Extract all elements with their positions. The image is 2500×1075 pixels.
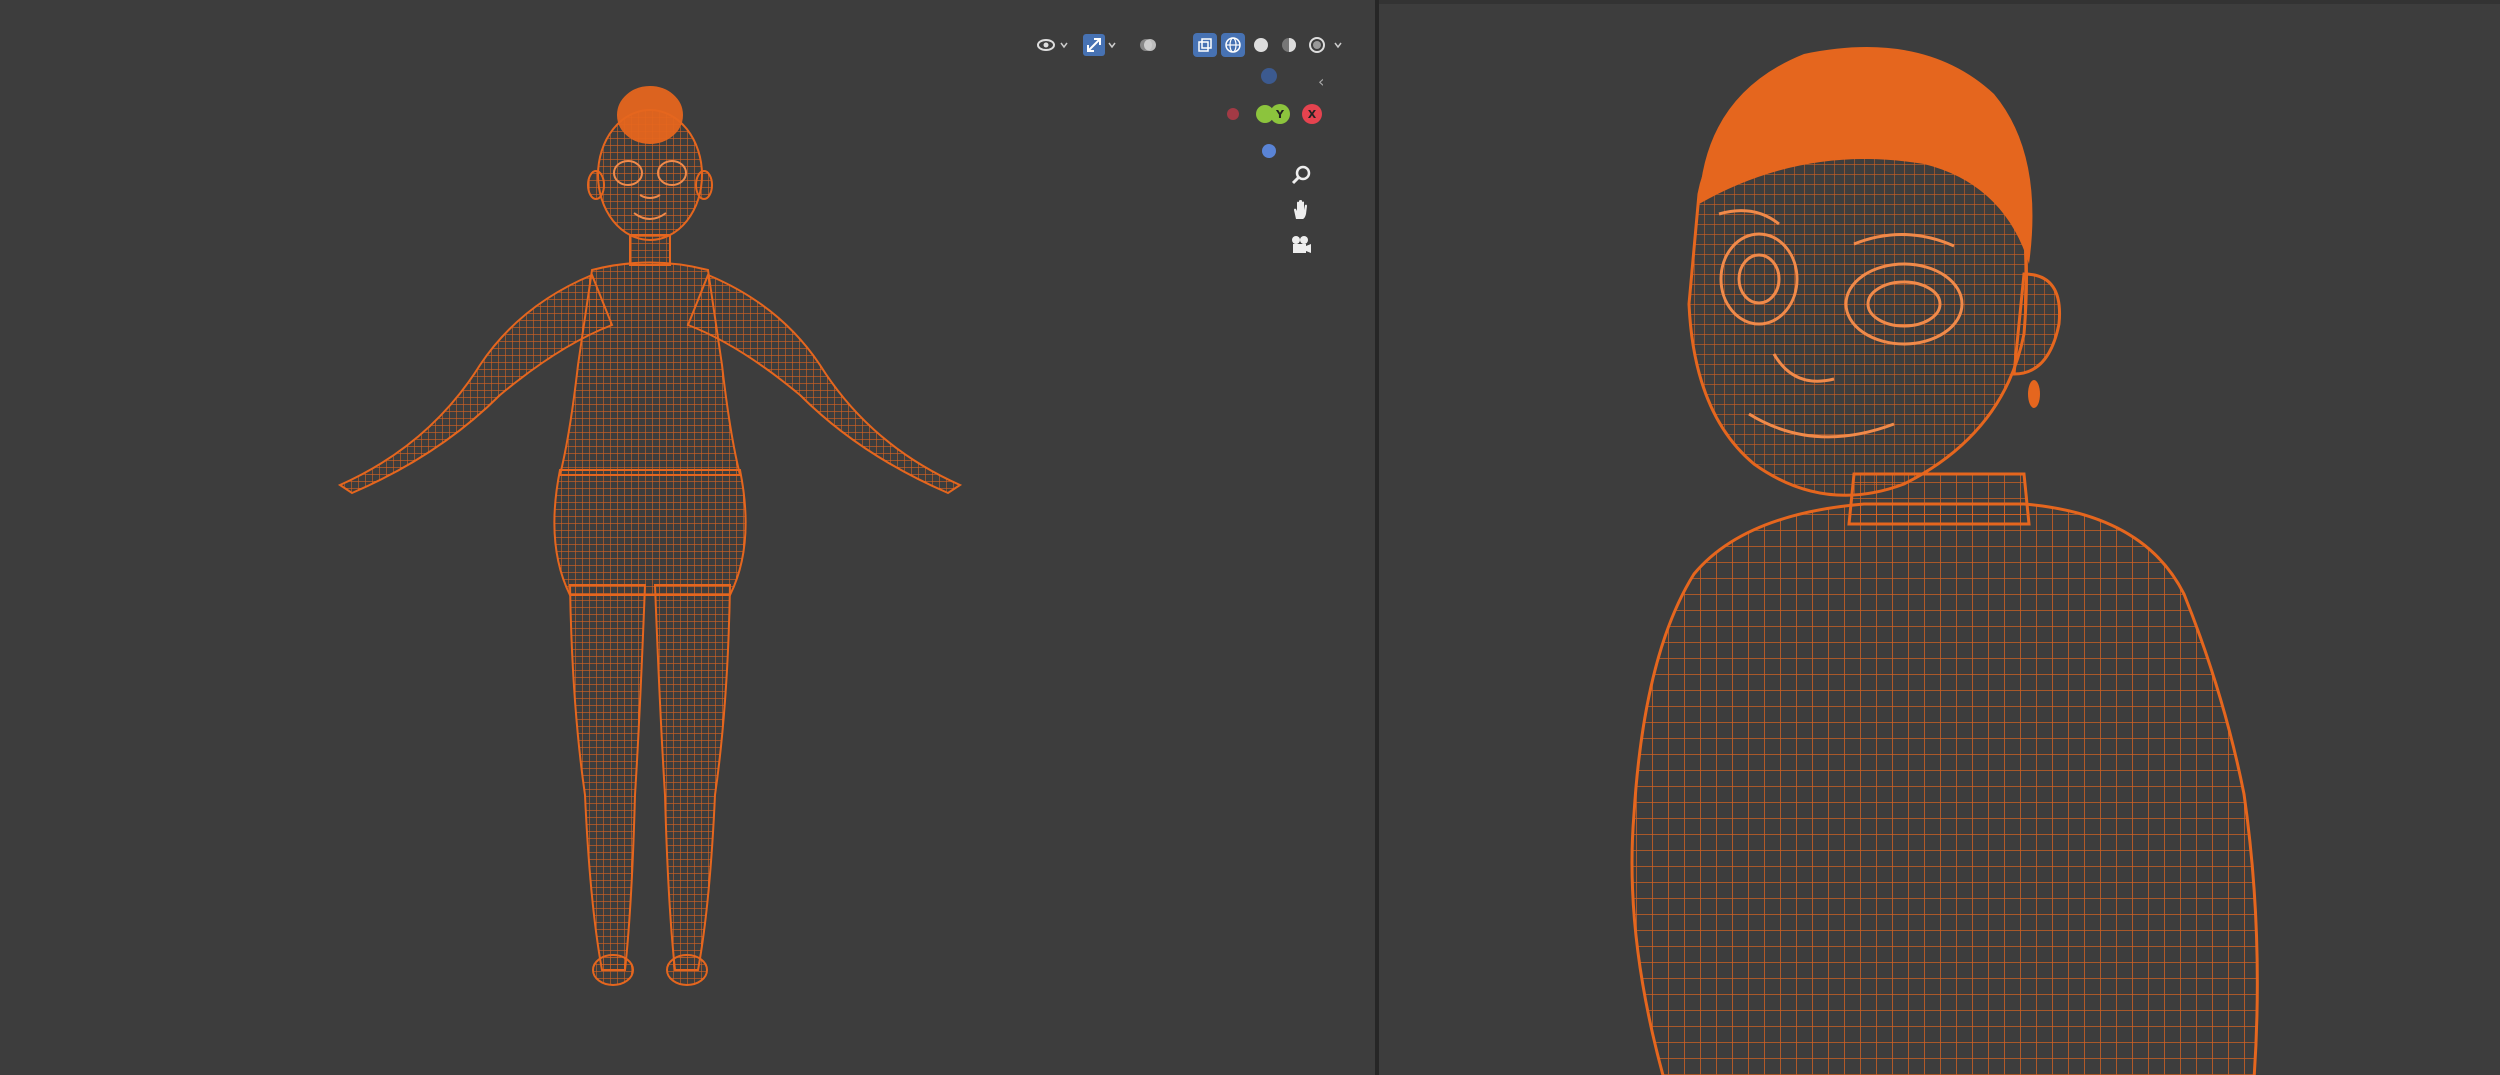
eye-visibility-icon (1035, 34, 1057, 56)
chevron-down-icon[interactable] (1333, 40, 1343, 50)
zoom-magnifier-icon (1291, 165, 1311, 185)
xray-icon (1198, 38, 1212, 52)
zoom-button[interactable] (1288, 162, 1314, 188)
overlays-circles-icon (1137, 34, 1159, 56)
gizmo-z-axis-top[interactable] (1261, 68, 1277, 84)
gizmo-arrows-icon (1083, 34, 1105, 56)
character-wireframe-full-body[interactable] (330, 75, 970, 990)
rendered-shading-button[interactable] (1305, 33, 1329, 57)
left-viewport[interactable] (0, 0, 1375, 1075)
solid-shading-button[interactable] (1249, 33, 1273, 57)
gizmo-neg-y-axis[interactable]: Y (1270, 104, 1290, 124)
material-shading-button[interactable] (1277, 33, 1301, 57)
shading-mode-group (1193, 33, 1343, 57)
wireframe-sphere-icon (1225, 37, 1241, 53)
pan-hand-icon (1294, 200, 1307, 219)
overlays-toggle[interactable] (1137, 32, 1159, 58)
pan-button[interactable] (1288, 197, 1314, 223)
camera-view-icon (1292, 236, 1311, 253)
character-wireframe-closeup[interactable] (1604, 34, 2364, 1075)
gizmo-z-axis[interactable] (1262, 144, 1276, 158)
material-sphere-icon (1282, 38, 1296, 52)
gizmo-toggle-dropdown[interactable] (1083, 32, 1117, 58)
object-visibility-dropdown[interactable] (1035, 32, 1069, 58)
chevron-down-icon (1108, 42, 1116, 49)
solid-sphere-icon (1254, 38, 1268, 52)
wireframe-shading-button[interactable] (1221, 33, 1245, 57)
xray-toggle[interactable] (1193, 33, 1217, 57)
camera-view-button[interactable] (1288, 232, 1314, 258)
gizmo-x-axis[interactable]: X (1302, 104, 1322, 124)
rendered-sphere-icon (1309, 37, 1325, 53)
gizmo-neg-x-axis[interactable] (1227, 108, 1239, 120)
right-viewport[interactable] (1379, 0, 2500, 1075)
navigation-gizmo[interactable]: Y X (1215, 64, 1335, 174)
chevron-down-icon (1060, 42, 1068, 49)
viewport-header-tools (1035, 30, 1343, 60)
